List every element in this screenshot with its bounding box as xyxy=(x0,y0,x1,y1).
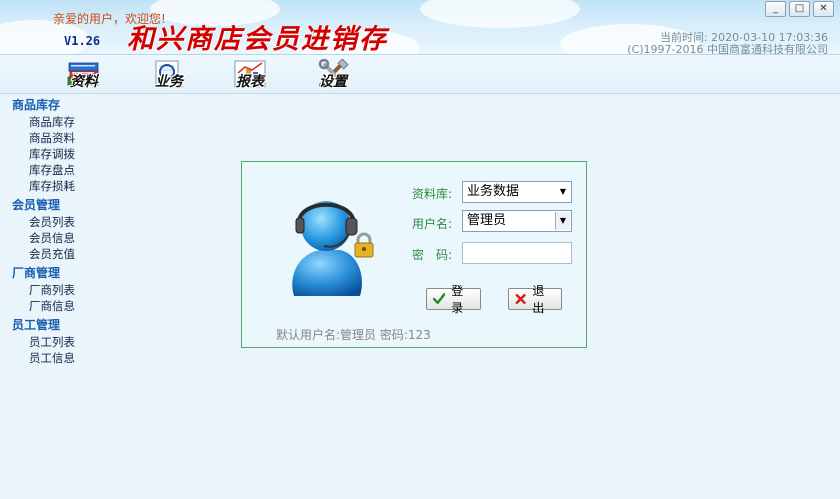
login-button-label: 登录 xyxy=(451,284,464,315)
login-button[interactable]: 登录 xyxy=(426,284,481,315)
toolbar-settings-label: 设置 xyxy=(319,74,347,90)
password-label: 密 码: xyxy=(412,248,453,262)
close-button[interactable]: ✕ xyxy=(813,1,834,17)
sidebar-item-member-recharge[interactable]: 会员充值 xyxy=(0,246,99,262)
sidebar-item-stock-transfer[interactable]: 库存调拨 xyxy=(0,146,99,162)
lock-icon xyxy=(354,232,374,258)
chevron-down-icon[interactable]: ▼ xyxy=(555,212,570,230)
sidebar-group-inventory: 商品库存 商品库存 商品资料 库存调拨 库存盘点 库存损耗 xyxy=(0,97,99,194)
username-select[interactable]: 管理员 ▼ xyxy=(462,210,572,232)
version-label: V1.26 xyxy=(64,34,101,48)
sidebar-item-staff-info[interactable]: 员工信息 xyxy=(0,350,99,366)
sidebar-item-stocktaking[interactable]: 库存盘点 xyxy=(0,162,99,178)
sidebar-group-title[interactable]: 员工管理 xyxy=(0,317,99,334)
database-select[interactable]: 业务数据 ▼ xyxy=(462,181,572,203)
login-panel: 资料库: 业务数据 ▼ 用户名: 管理员 ▼ 密 码: 登录 退出 默认用户名:… xyxy=(241,161,587,348)
sidebar-group-members: 会员管理 会员列表 会员信息 会员充值 xyxy=(0,197,99,262)
toolbar-data-button[interactable]: 资料 xyxy=(62,57,106,91)
copyright-text: (C)1997-2016 中国商富通科技有限公司 xyxy=(627,43,828,55)
password-input[interactable] xyxy=(462,242,572,264)
database-label: 资料库: xyxy=(412,187,453,201)
sidebar-group-title[interactable]: 会员管理 xyxy=(0,197,99,214)
app-title: 和兴商店会员进销存 xyxy=(127,24,388,55)
toolbar-settings-button[interactable]: 设置 xyxy=(311,57,355,91)
toolbar-business-label: 业务 xyxy=(155,74,183,90)
sidebar-item-stock-loss[interactable]: 库存损耗 xyxy=(0,178,99,194)
sidebar-group-title[interactable]: 厂商管理 xyxy=(0,265,99,282)
database-select-value: 业务数据 xyxy=(467,184,520,199)
toolbar-business-button[interactable]: 业务 xyxy=(147,57,191,91)
main-toolbar: 资料 业务 报表 设置 xyxy=(0,55,840,94)
sidebar-item-product-info[interactable]: 商品资料 xyxy=(0,130,99,146)
sidebar-item-member-list[interactable]: 会员列表 xyxy=(0,214,99,230)
toolbar-data-label: 资料 xyxy=(70,74,98,90)
window-controls: _ □ ✕ xyxy=(765,1,834,17)
minimize-button[interactable]: _ xyxy=(765,1,786,17)
restore-button[interactable]: □ xyxy=(789,1,810,17)
chevron-down-icon[interactable]: ▼ xyxy=(556,183,570,201)
sidebar: 商品库存 商品库存 商品资料 库存调拨 库存盘点 库存损耗 会员管理 会员列表 … xyxy=(0,94,99,499)
check-icon xyxy=(433,293,446,305)
default-credentials-hint: 默认用户名:管理员 密码:123 xyxy=(276,328,431,342)
close-icon xyxy=(515,293,526,305)
sidebar-item-inventory[interactable]: 商品库存 xyxy=(0,114,99,130)
sidebar-item-staff-list[interactable]: 员工列表 xyxy=(0,334,99,350)
username-select-value: 管理员 xyxy=(467,213,507,228)
sidebar-group-title[interactable]: 商品库存 xyxy=(0,97,99,114)
sidebar-item-member-info[interactable]: 会员信息 xyxy=(0,230,99,246)
exit-button-label: 退出 xyxy=(532,284,545,315)
cloud-decoration xyxy=(420,0,580,28)
app-header: 亲爱的用户，欢迎您! V1.26 和兴商店会员进销存 当前时间: 2020-03… xyxy=(0,0,840,55)
sidebar-group-staff: 员工管理 员工列表 员工信息 xyxy=(0,317,99,366)
sidebar-group-vendors: 厂商管理 厂商列表 厂商信息 xyxy=(0,265,99,314)
toolbar-report-button[interactable]: 报表 xyxy=(228,57,272,91)
sidebar-item-vendor-info[interactable]: 厂商信息 xyxy=(0,298,99,314)
sidebar-item-vendor-list[interactable]: 厂商列表 xyxy=(0,282,99,298)
toolbar-report-label: 报表 xyxy=(236,74,264,90)
username-label: 用户名: xyxy=(412,217,453,231)
exit-button[interactable]: 退出 xyxy=(508,284,562,315)
